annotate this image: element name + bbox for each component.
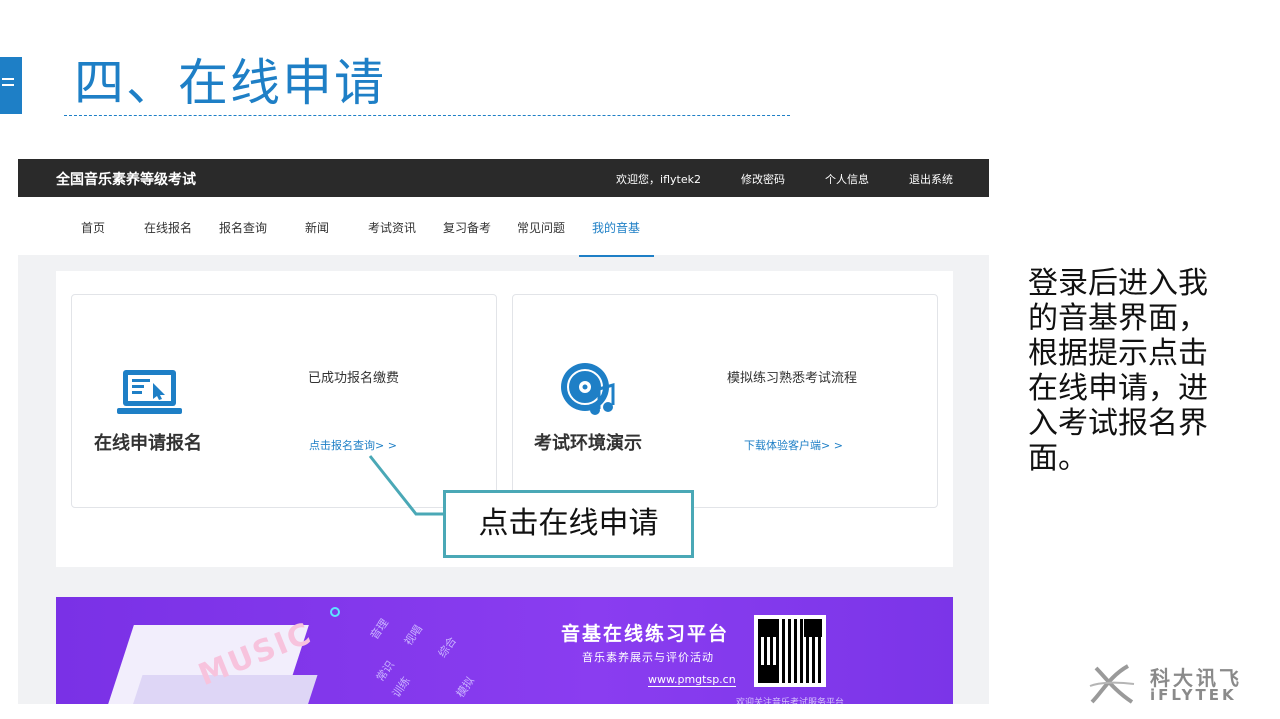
exam-demo-card-status: 模拟练习熟悉考试流程 (727, 371, 858, 386)
site-name[interactable]: 全国音乐素养等级考试 (56, 169, 196, 189)
apply-card-title: 在线申请报名 (94, 433, 202, 454)
change-password-link[interactable]: 修改密码 (741, 171, 785, 187)
download-client-link[interactable]: 下载体验客户端> > (744, 437, 843, 453)
apply-card[interactable]: 在线申请报名 已成功报名缴费 点击报名查询> > (71, 294, 497, 508)
iflytek-logo-icon (1089, 664, 1135, 704)
banner-subtitle: 音乐素养展示与评价活动 (582, 651, 714, 664)
profile-link[interactable]: 个人信息 (825, 171, 869, 187)
topbar-links: 欢迎您，iflytek2 修改密码 个人信息 退出系统 (576, 171, 953, 187)
register-query-link[interactable]: 点击报名查询> > (309, 437, 397, 453)
slide-section-marker (0, 57, 22, 114)
banner-tag: 模拟 (453, 674, 478, 701)
banner-title: 音基在线练习平台 (561, 623, 730, 645)
nav-item-review[interactable]: 复习备考 (443, 219, 491, 236)
callout-box: 点击在线申请 (443, 490, 694, 558)
iflytek-logo: 科大讯飞 iFLYTEK (1088, 660, 1258, 708)
exam-demo-card[interactable]: 考试环境演示 模拟练习熟悉考试流程 下载体验客户端> > (512, 294, 938, 508)
practice-platform-banner[interactable]: MUSIC 音理 常识 视唱 训练 综合 模拟 音基在线练习平台 音乐素养展示与… (56, 597, 953, 704)
nav-item-my-yinji[interactable]: 我的音基 (592, 219, 640, 236)
music-disc-icon (561, 363, 615, 415)
nav-item-faq[interactable]: 常见问题 (517, 219, 565, 236)
nav-item-news[interactable]: 新闻 (305, 219, 329, 236)
banner-tag: 综合 (435, 634, 460, 661)
nav-active-indicator (579, 255, 654, 257)
nav-item-home[interactable]: 首页 (81, 219, 105, 236)
logo-english-text: iFLYTEK (1150, 686, 1237, 704)
banner-url-link[interactable]: www.pmgtsp.cn (648, 673, 736, 687)
banner-decor-circle (330, 607, 340, 617)
qr-code-icon (754, 615, 826, 687)
title-divider (64, 115, 790, 116)
exam-demo-card-title: 考试环境演示 (534, 433, 642, 454)
apply-card-status: 已成功报名缴费 (308, 371, 400, 386)
main-nav: 首页 在线报名 报名查询 新闻 考试资讯 复习备考 常见问题 我的音基 (18, 197, 989, 257)
website-screenshot: 全国音乐素养等级考试 欢迎您，iflytek2 修改密码 个人信息 退出系统 首… (18, 159, 989, 704)
banner-tag: 训练 (389, 674, 414, 701)
banner-tag: 音理 (367, 616, 392, 643)
laptop-icon (117, 370, 182, 414)
slide-title: 四、在线申请 (74, 54, 386, 112)
slide-description: 登录后进入我的音基界面，根据提示点击在线申请，进入考试报名界面。 (1028, 266, 1208, 476)
nav-item-exam-info[interactable]: 考试资讯 (368, 219, 416, 236)
banner-tag: 常识 (373, 658, 398, 685)
site-topbar: 全国音乐素养等级考试 欢迎您，iflytek2 修改密码 个人信息 退出系统 (18, 159, 989, 197)
banner-footer-text: 欢迎关注音乐考试服务平台 (736, 698, 845, 704)
welcome-user-text: 欢迎您，iflytek2 (616, 173, 701, 186)
nav-item-online-register[interactable]: 在线报名 (144, 219, 192, 236)
logout-link[interactable]: 退出系统 (909, 171, 953, 187)
callout-text: 点击在线申请 (478, 506, 659, 541)
nav-item-register-query[interactable]: 报名查询 (219, 219, 267, 236)
banner-tag: 视唱 (401, 622, 426, 649)
